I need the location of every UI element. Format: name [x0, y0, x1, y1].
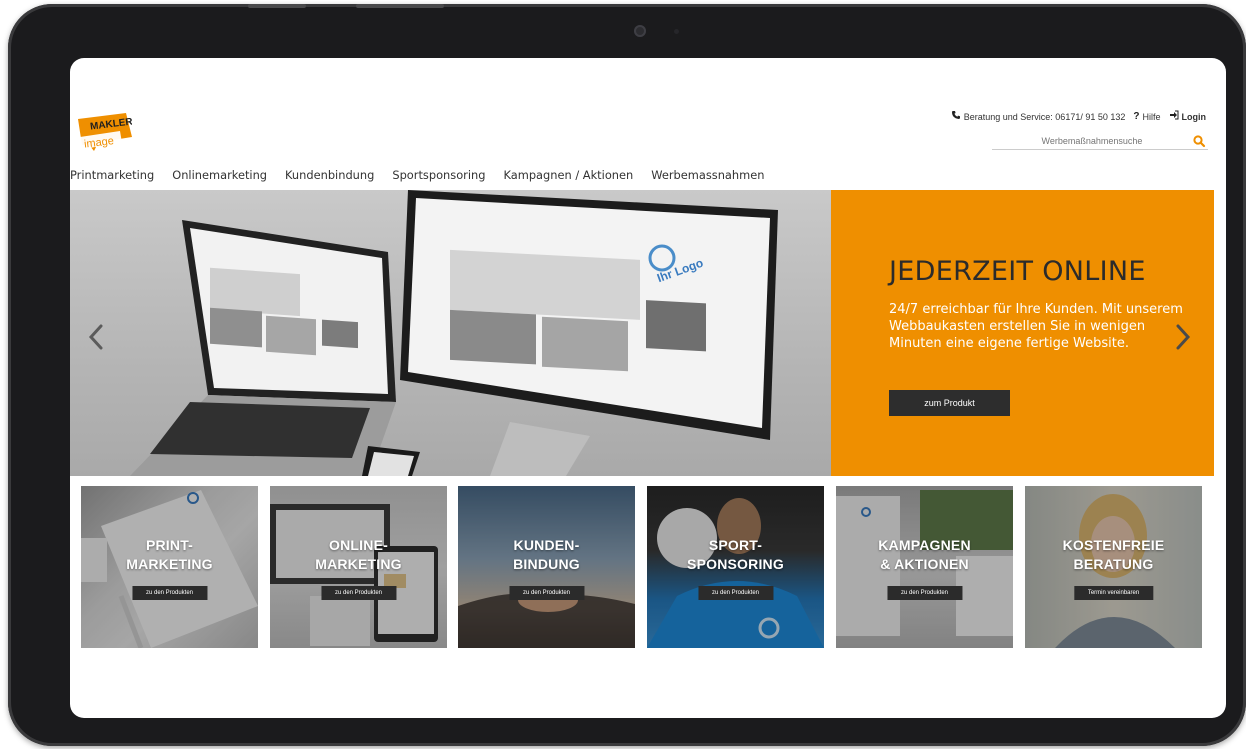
- nav-item-werbemassnahmen[interactable]: Werbemassnahmen: [642, 168, 773, 182]
- help-link[interactable]: ? Hilfe: [1133, 111, 1160, 122]
- search-bar: [992, 132, 1208, 150]
- tile-button[interactable]: zu den Produkten: [320, 586, 397, 600]
- hero-title: JEDERZEIT ONLINE: [889, 256, 1146, 287]
- tile-title: KOSTENFREIE BERATUNG: [1025, 536, 1202, 574]
- login-label: Login: [1181, 111, 1207, 122]
- tile-kundenbindung[interactable]: KUNDEN- BINDUNG zu den Produkten: [458, 486, 635, 648]
- tile-beratung[interactable]: KOSTENFREIE BERATUNG Termin vereinbaren: [1025, 486, 1202, 648]
- tile-title: KUNDEN- BINDUNG: [458, 536, 635, 574]
- nav-item-onlinemarketing[interactable]: Onlinemarketing: [163, 168, 276, 182]
- service-label: Beratung und Service: 06171/ 91 50 132: [963, 111, 1126, 122]
- camera-icon: [634, 25, 646, 37]
- slider-next-icon[interactable]: [1174, 323, 1192, 351]
- sensor-icon: [674, 29, 679, 34]
- tile-title-line: SPORT-: [708, 537, 763, 553]
- tile-title: SPORT- SPONSORING: [647, 536, 824, 574]
- search-icon[interactable]: [1192, 133, 1206, 148]
- hero-text-panel: JEDERZEIT ONLINE 24/7 erreichbar für Ihr…: [831, 190, 1214, 476]
- makler-image-logo[interactable]: MAKLER image: [76, 111, 134, 159]
- phone-icon: [951, 110, 961, 123]
- tile-onlinemarketing[interactable]: ONLINE- MARKETING zu den Produkten: [270, 486, 447, 648]
- tile-title-line: & AKTIONEN: [880, 556, 969, 572]
- tile-button[interactable]: zu den Produkten: [508, 586, 585, 600]
- tile-title-line: MARKETING: [126, 556, 213, 572]
- tablet-power-button: [356, 4, 444, 8]
- tile-printmarketing[interactable]: PRINT- MARKETING zu den Produkten: [81, 486, 258, 648]
- tile-sportsponsoring[interactable]: SPORT- SPONSORING zu den Produkten: [647, 486, 824, 648]
- slider-prev-icon[interactable]: [87, 323, 105, 351]
- tile-title: KAMPAGNEN & AKTIONEN: [836, 536, 1013, 574]
- nav-item-printmarketing[interactable]: Printmarketing: [70, 168, 163, 182]
- tile-title-line: PRINT-: [145, 537, 194, 553]
- tile-title-line: KUNDEN-: [513, 537, 580, 553]
- tablet-frame: MAKLER image Beratung und Service: 06171…: [8, 4, 1246, 746]
- help-label: Hilfe: [1142, 111, 1161, 122]
- tile-title-line: ONLINE-: [329, 537, 388, 553]
- browser-screen: MAKLER image Beratung und Service: 06171…: [70, 58, 1226, 718]
- tile-title-line: KAMPAGNEN: [878, 537, 971, 553]
- nav-item-kundenbindung[interactable]: Kundenbindung: [276, 168, 383, 182]
- service-bar: Beratung und Service: 06171/ 91 50 132 ?…: [951, 110, 1206, 123]
- tile-title-line: KOSTENFREIE: [1062, 537, 1165, 553]
- nav-item-kampagnen[interactable]: Kampagnen / Aktionen: [494, 168, 642, 182]
- hero-devices-image: Ihr Logo: [70, 190, 831, 476]
- tablet-volume-button: [248, 4, 306, 8]
- search-input[interactable]: [992, 135, 1182, 146]
- tile-kampagnen[interactable]: KAMPAGNEN & AKTIONEN zu den Produkten: [836, 486, 1013, 648]
- login-icon: [1169, 110, 1179, 123]
- tile-title-line: BERATUNG: [1073, 556, 1154, 572]
- tile-button[interactable]: zu den Produkten: [131, 586, 208, 600]
- category-tiles: PRINT- MARKETING zu den Produkten ONLINE…: [81, 486, 1203, 648]
- hero-slider: Ihr Logo JEDERZEIT ONLINE 24/7 erreichba…: [70, 190, 1214, 476]
- tile-button[interactable]: Termin vereinbaren: [1073, 586, 1154, 600]
- tile-title-line: BINDUNG: [513, 556, 580, 572]
- nav-item-sportsponsoring[interactable]: Sportsponsoring: [383, 168, 494, 182]
- hero-description: 24/7 erreichbar für Ihre Kunden. Mit uns…: [889, 302, 1183, 351]
- to-product-button[interactable]: zum Produkt: [889, 390, 1010, 416]
- login-link[interactable]: Login: [1169, 110, 1207, 123]
- question-icon: ?: [1133, 111, 1140, 122]
- tile-title: ONLINE- MARKETING: [270, 536, 447, 574]
- tile-button[interactable]: zu den Produkten: [697, 586, 774, 600]
- main-nav: Printmarketing Onlinemarketing Kundenbin…: [70, 168, 773, 182]
- tile-title-line: SPONSORING: [687, 556, 784, 572]
- tile-button[interactable]: zu den Produkten: [886, 586, 963, 600]
- logo-text-image: image: [83, 135, 114, 151]
- tile-title-line: MARKETING: [315, 556, 402, 572]
- tile-title: PRINT- MARKETING: [81, 536, 258, 574]
- service-phone[interactable]: Beratung und Service: 06171/ 91 50 132: [951, 110, 1126, 123]
